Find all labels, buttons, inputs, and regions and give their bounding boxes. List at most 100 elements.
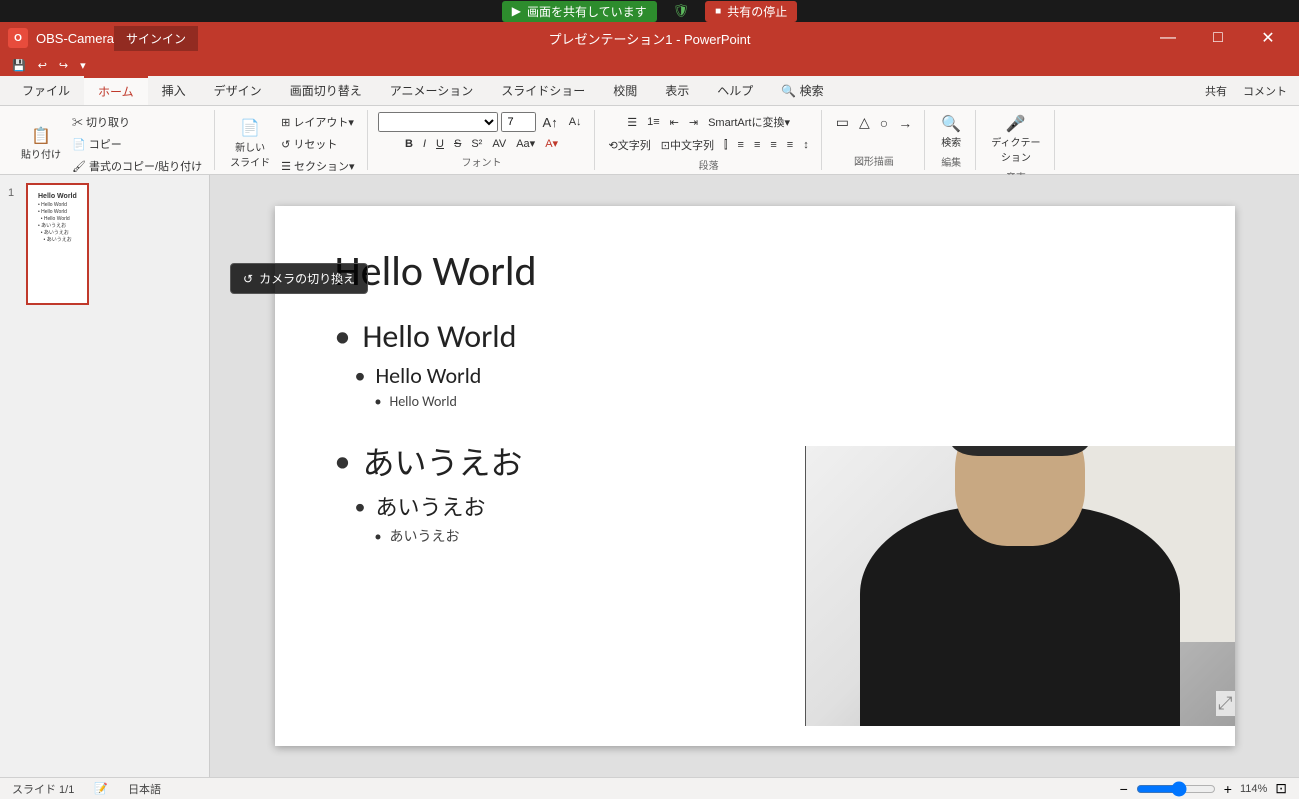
comment-ribbon-button[interactable]: コメント bbox=[1239, 81, 1291, 101]
close-button[interactable]: ✕ bbox=[1245, 22, 1291, 54]
shield-icon: 🛡 bbox=[673, 3, 690, 19]
minimize-button[interactable]: — bbox=[1145, 22, 1191, 54]
customize-qa-button[interactable]: ▾ bbox=[76, 58, 90, 73]
decrease-indent-button[interactable]: ⇤ bbox=[666, 112, 683, 132]
camera-switch-button[interactable]: ↺ カメラの切り換え bbox=[230, 263, 368, 294]
tab-home[interactable]: ホーム bbox=[84, 76, 148, 105]
notes-icon: 📝 bbox=[94, 782, 108, 795]
bullet-dot-2: • bbox=[355, 362, 366, 389]
bullets-button[interactable]: ☰ bbox=[623, 112, 641, 132]
shape-circle[interactable]: ○ bbox=[876, 112, 892, 133]
document-title: プレゼンテーション1 - PowerPoint bbox=[548, 29, 750, 48]
columns-button[interactable]: ⫿ bbox=[720, 135, 732, 155]
tab-review[interactable]: 校閲 bbox=[599, 76, 651, 105]
tab-help[interactable]: ヘルプ bbox=[703, 76, 767, 105]
status-bar: スライド 1/1 📝 日本語 − + 114% ⊡ bbox=[0, 777, 1299, 799]
section-button[interactable]: ☰ セクション▾ bbox=[277, 156, 358, 176]
underline-button[interactable]: U bbox=[432, 136, 448, 152]
reset-button[interactable]: ↺ リセット bbox=[277, 134, 358, 154]
bullet-dot-4: • bbox=[335, 442, 351, 481]
numbering-button[interactable]: 1≡ bbox=[643, 112, 664, 132]
share-ribbon-button[interactable]: 共有 bbox=[1201, 81, 1231, 101]
tab-transitions[interactable]: 画面切り替え bbox=[276, 76, 376, 105]
font-color-button[interactable]: A▾ bbox=[541, 135, 562, 152]
mic-icon: 🎤 bbox=[1006, 115, 1026, 134]
tab-search[interactable]: 🔍 検索 bbox=[767, 76, 837, 105]
shadow-button[interactable]: S² bbox=[467, 136, 486, 152]
slide-canvas[interactable]: Hello World • Hello World • Hello World … bbox=[275, 206, 1235, 746]
new-slide-button[interactable]: 📄 新しいスライド bbox=[225, 116, 275, 171]
strikethrough-button[interactable]: S bbox=[450, 136, 465, 152]
line-spacing-button[interactable]: ↕ bbox=[799, 135, 813, 155]
copy-button[interactable]: 📄 コピー bbox=[68, 134, 206, 154]
zoom-out-button[interactable]: − bbox=[1120, 781, 1128, 797]
text-align-button[interactable]: ⊡中文字列 bbox=[657, 135, 718, 155]
tab-animations[interactable]: アニメーション bbox=[376, 76, 488, 105]
tab-insert[interactable]: 挿入 bbox=[148, 76, 200, 105]
camera-overlay bbox=[805, 446, 1235, 726]
tab-slideshow[interactable]: スライドショー bbox=[487, 76, 599, 105]
bold-button[interactable]: B bbox=[401, 136, 417, 152]
main-area: 1 Hello World • Hello World • Hello Worl… bbox=[0, 175, 1299, 777]
ribbon-group-slide: 📄 新しいスライド ⊞ レイアウト▾ ↺ リセット ☰ セクション▾ スライド bbox=[217, 110, 367, 170]
zoom-percent: 114% bbox=[1240, 783, 1267, 795]
increase-indent-button[interactable]: ⇥ bbox=[685, 112, 702, 132]
zoom-in-button[interactable]: + bbox=[1224, 781, 1232, 797]
edit-controls: 🔍 検索 bbox=[935, 112, 967, 152]
main-window: O OBS-Camera プレゼンテーション1 - PowerPoint サイン… bbox=[0, 22, 1299, 799]
zoom-slider[interactable] bbox=[1136, 781, 1216, 797]
slide-thumbnail[interactable]: Hello World • Hello World • Hello World … bbox=[26, 183, 89, 305]
dictation-button[interactable]: 🎤 ディクテーション bbox=[986, 112, 1045, 167]
slide-title: Hello World bbox=[335, 246, 1175, 297]
bullet-text-6: あいうえお bbox=[389, 526, 459, 546]
font-case-button[interactable]: Aa▾ bbox=[512, 135, 539, 152]
window-controls: — □ ✕ bbox=[1145, 22, 1291, 54]
sharing-status-text: 画面を共有しています bbox=[527, 3, 647, 20]
format-copy-button[interactable]: 🖌 書式のコピー/貼り付け bbox=[68, 156, 206, 176]
char-spacing-button[interactable]: AV bbox=[488, 136, 510, 152]
layout-button[interactable]: ⊞ レイアウト▾ bbox=[277, 112, 358, 132]
save-qa-button[interactable]: 💾 bbox=[8, 58, 30, 73]
cut-button[interactable]: ✂ 切り取り bbox=[68, 112, 206, 132]
paragraph-controls: ☰ 1≡ ⇤ ⇥ SmartArtに変換▾ ⟲文字列 ⊡中文字列 ⫿ ≡ ≡ ≡… bbox=[605, 112, 813, 155]
search-button[interactable]: 🔍 検索 bbox=[935, 112, 967, 152]
ribbon-group-drawing: ▭ △ ○ → 図形描画 bbox=[824, 110, 925, 170]
tab-file[interactable]: ファイル bbox=[8, 76, 84, 105]
bullet-dot-3: • bbox=[375, 393, 382, 410]
italic-button[interactable]: I bbox=[419, 136, 430, 152]
redo-qa-button[interactable]: ↪ bbox=[55, 58, 72, 73]
fit-slide-button[interactable]: ⊡ bbox=[1275, 780, 1287, 797]
smartart-button[interactable]: SmartArtに変換▾ bbox=[704, 112, 794, 132]
drawing-controls: ▭ △ ○ → bbox=[832, 112, 916, 151]
bullet-text-2: Hello World bbox=[375, 362, 481, 389]
slide-number: 1 bbox=[8, 187, 14, 199]
font-size-increase[interactable]: A↑ bbox=[539, 113, 562, 132]
font-size-decrease[interactable]: A↓ bbox=[565, 114, 586, 130]
tab-view[interactable]: 表示 bbox=[651, 76, 703, 105]
font-label: フォント bbox=[462, 152, 502, 169]
shape-arrow[interactable]: → bbox=[894, 112, 916, 133]
justify[interactable]: ≡ bbox=[783, 135, 797, 155]
sharing-stop-button[interactable]: ■ 共有の停止 bbox=[705, 1, 797, 22]
title-bar: O OBS-Camera プレゼンテーション1 - PowerPoint サイン… bbox=[0, 22, 1299, 54]
status-right: − + 114% ⊡ bbox=[1120, 780, 1287, 797]
tab-design[interactable]: デザイン bbox=[200, 76, 276, 105]
shape-triangle[interactable]: △ bbox=[855, 112, 874, 133]
align-left[interactable]: ≡ bbox=[734, 135, 748, 155]
stop-square-icon: ■ bbox=[715, 6, 721, 17]
ribbon: ファイル ホーム 挿入 デザイン 画面切り替え アニメーション スライドショー … bbox=[0, 76, 1299, 175]
shape-rect[interactable]: ▭ bbox=[832, 112, 853, 133]
bullet-3: • Hello World bbox=[375, 393, 1175, 410]
person-hair bbox=[950, 446, 1090, 456]
sharing-bar: ▶ 画面を共有しています 🛡 ■ 共有の停止 bbox=[0, 0, 1299, 22]
font-size-input[interactable] bbox=[501, 112, 536, 132]
maximize-button[interactable]: □ bbox=[1195, 22, 1241, 54]
signin-button[interactable]: サインイン bbox=[114, 26, 198, 51]
share-arrow-icon: ▶ bbox=[512, 4, 521, 18]
paste-button[interactable]: 📋 貼り付け bbox=[16, 124, 66, 164]
align-center[interactable]: ≡ bbox=[750, 135, 764, 155]
undo-qa-button[interactable]: ↩ bbox=[34, 58, 51, 73]
font-name-select[interactable] bbox=[378, 112, 498, 132]
align-right[interactable]: ≡ bbox=[766, 135, 780, 155]
text-direction-button[interactable]: ⟲文字列 bbox=[605, 135, 655, 155]
